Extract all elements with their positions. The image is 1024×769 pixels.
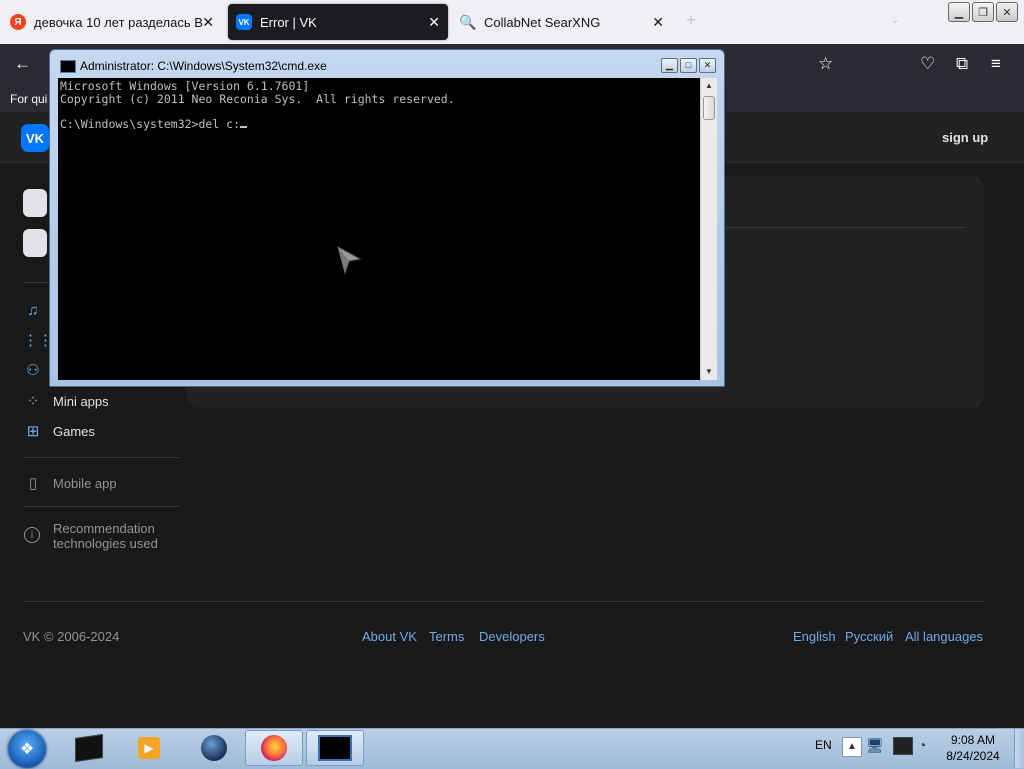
tab-strip: Я девочка 10 лет разделась ВК — ✕ VK Err…: [0, 0, 1024, 44]
close-window-button[interactable]: ✕: [996, 2, 1018, 22]
cmd-window[interactable]: Administrator: C:\Windows\System32\cmd.e…: [49, 49, 725, 387]
nav-label: Mobile app: [53, 475, 117, 491]
system-clock[interactable]: 9:08 AM 8/24/2024: [940, 732, 1006, 764]
info-icon: i: [24, 527, 40, 543]
scroll-thumb[interactable]: [703, 96, 715, 120]
close-button[interactable]: ✕: [699, 58, 716, 73]
nav-item-mobile-app[interactable]: ▯ Mobile app: [23, 473, 117, 493]
restore-button[interactable]: ❐: [972, 2, 994, 22]
nav-label: Games: [53, 423, 95, 439]
pocket-icon[interactable]: ♡: [920, 54, 935, 74]
network-icon[interactable]: 🖥: [866, 737, 884, 754]
globe-icon: [201, 735, 227, 761]
tab-search-results[interactable]: Я девочка 10 лет разделась ВК — ✕: [2, 4, 222, 40]
console-output[interactable]: Microsoft Windows [Version 6.1.7601] Cop…: [58, 78, 700, 380]
maximize-button[interactable]: □: [680, 58, 697, 73]
people-icon: ⚇: [26, 362, 40, 379]
cmd-icon: [318, 735, 352, 761]
language-english[interactable]: English: [793, 629, 836, 644]
language-all[interactable]: All languages: [905, 629, 983, 644]
close-icon[interactable]: ✕: [428, 14, 440, 31]
footer-link-about[interactable]: About VK: [362, 629, 417, 644]
console-icon: [60, 60, 76, 73]
mini-apps-icon: ⁘: [26, 393, 40, 410]
window-title: Administrator: C:\Windows\System32\cmd.e…: [80, 59, 327, 73]
clock-time: 9:08 AM: [950, 733, 996, 747]
taskbar-app-globe[interactable]: [185, 730, 243, 766]
bookmark-star-icon[interactable]: ☆: [818, 54, 833, 74]
language-russian[interactable]: Русский: [845, 629, 893, 644]
music-icon: ♫: [27, 301, 39, 319]
vertical-scrollbar[interactable]: ▲ ▼: [700, 78, 717, 380]
display-icon[interactable]: [893, 737, 913, 755]
mouse-pointer-icon: [337, 246, 362, 275]
back-arrow-icon[interactable]: ←: [14, 54, 31, 74]
minimize-button[interactable]: ▁: [661, 58, 678, 73]
minimize-button[interactable]: ▁: [948, 2, 970, 22]
tab-label: девочка 10 лет разделась ВК —: [34, 14, 204, 30]
chevron-down-icon[interactable]: ⌄: [890, 12, 900, 26]
tab-searxng[interactable]: 🔍 CollabNet SearXNG ✕: [452, 4, 672, 40]
tab-error-vk[interactable]: VK Error | VK ✕: [228, 4, 448, 40]
vk-icon: VK: [236, 14, 252, 30]
console-prompt: C:\Windows\system32>del c:: [60, 116, 241, 131]
extensions-icon[interactable]: ⧉: [956, 54, 968, 74]
copyright: VK © 2006-2024: [23, 629, 120, 644]
yandex-icon: Я: [10, 14, 26, 30]
show-hidden-icons-icon[interactable]: ▲: [842, 737, 862, 757]
taskbar-app-cmd[interactable]: [306, 730, 364, 766]
taskbar-app-firefox[interactable]: [245, 730, 303, 766]
reco-line-1: Recommendation: [53, 521, 155, 536]
phone-icon: ▯: [28, 475, 38, 492]
firefox-icon: [261, 735, 287, 761]
divider: [23, 506, 180, 507]
card-divider: [720, 227, 965, 228]
recommendation-link[interactable]: Recommendation technologies used: [53, 521, 158, 551]
tab-label: CollabNet SearXNG: [484, 14, 601, 30]
vk-logo[interactable]: VK: [21, 124, 49, 152]
search-icon: 🔍: [459, 13, 477, 30]
divider: [23, 457, 180, 458]
close-icon[interactable]: ✕: [652, 14, 664, 31]
gamepad-icon: ⊞: [26, 423, 40, 440]
taskbar-app-terminal[interactable]: [60, 730, 118, 766]
terminal-icon: [75, 734, 103, 762]
close-icon[interactable]: ✕: [202, 14, 214, 31]
nav-item-mini-apps[interactable]: ⁘ Mini apps: [23, 391, 109, 411]
footer-divider: [23, 601, 984, 602]
console-line: Copyright (c) 2011 Neo Reconia Sys. All …: [60, 91, 455, 106]
grid-icon: ⋮⋮: [23, 332, 53, 349]
footer-link-terms[interactable]: Terms: [429, 629, 464, 644]
footer-link-developers[interactable]: Developers: [479, 629, 545, 644]
sidebar-button-1[interactable]: [23, 189, 47, 217]
new-tab-button[interactable]: +: [686, 10, 697, 31]
show-desktop-button[interactable]: [1014, 729, 1024, 768]
nav-item-games[interactable]: ⊞ Games: [23, 421, 95, 441]
tab-label: Error | VK: [260, 14, 317, 30]
cmd-window-controls: ▁ □ ✕: [661, 58, 716, 73]
language-indicator[interactable]: EN: [815, 738, 832, 752]
media-player-icon: ▶: [138, 737, 160, 759]
scroll-up-arrow-icon[interactable]: ▲: [701, 78, 717, 94]
reco-line-2: technologies used: [53, 536, 158, 551]
bookmarks-text[interactable]: For qui: [10, 92, 47, 106]
sidebar-button-2[interactable]: [23, 229, 47, 257]
clock-date: 8/24/2024: [946, 749, 1000, 763]
sign-up-link[interactable]: sign up: [942, 130, 988, 145]
menu-icon[interactable]: ≡: [991, 54, 1001, 74]
volume-icon[interactable]: ◔: [918, 737, 926, 753]
text-cursor: [240, 125, 248, 128]
window-controls: ▁ ❐ ✕: [948, 2, 1018, 22]
scroll-down-arrow-icon[interactable]: ▼: [701, 364, 717, 380]
taskbar-app-media[interactable]: ▶: [120, 730, 178, 766]
nav-label: Mini apps: [53, 393, 109, 409]
start-button[interactable]: ❖: [8, 730, 46, 768]
